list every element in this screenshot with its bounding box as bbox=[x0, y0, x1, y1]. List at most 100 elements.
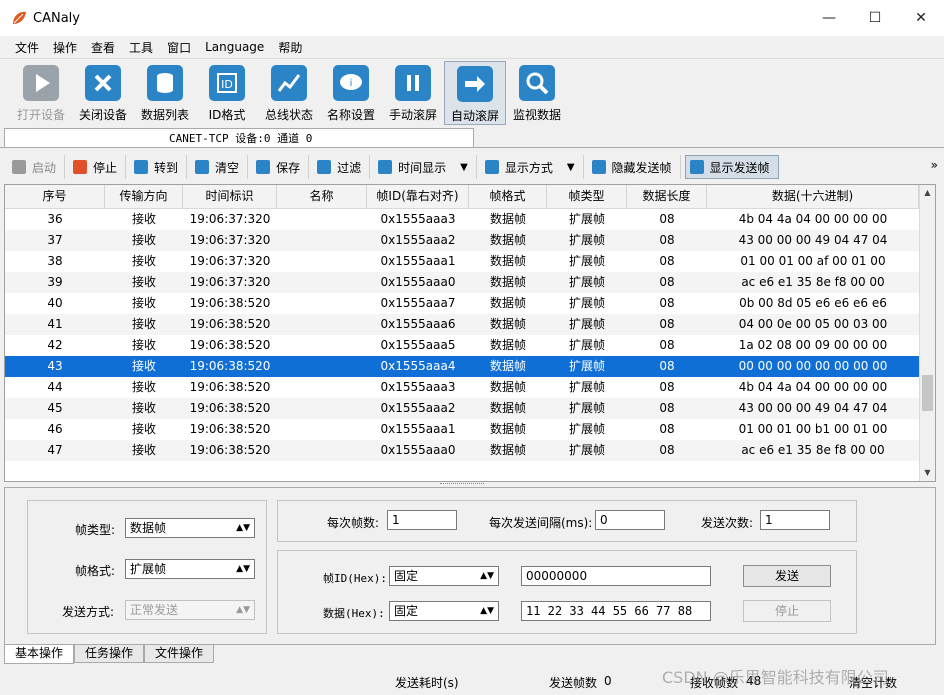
table-cell: 接收 bbox=[131, 317, 156, 331]
bottom-tabs: 基本操作 任务操作 文件操作 bbox=[4, 645, 215, 664]
control-button-7[interactable]: 显示方式 ▼ bbox=[481, 155, 584, 179]
table-cell: 数据帧 bbox=[489, 338, 526, 352]
table-cell: 45 bbox=[47, 401, 63, 415]
control-button-1[interactable]: 停止 bbox=[69, 155, 127, 179]
column-header[interactable]: 名称 bbox=[277, 185, 367, 208]
toolbar-button-5[interactable]: i 名称设置 bbox=[320, 61, 382, 125]
table-cell: 47 bbox=[47, 443, 63, 457]
frame-type-select[interactable]: 数据帧 ▲▼ bbox=[125, 518, 255, 538]
menu-language[interactable]: Language bbox=[198, 40, 271, 54]
tab-file-operation[interactable]: 文件操作 bbox=[144, 645, 215, 663]
column-header[interactable]: 帧格式 bbox=[469, 185, 547, 208]
stop-send-button[interactable]: 停止 bbox=[743, 600, 831, 622]
dropdown-arrow-icon[interactable]: ▼ bbox=[460, 162, 468, 173]
minimize-button[interactable]: — bbox=[806, 0, 852, 36]
table-cell: 08 bbox=[659, 275, 675, 289]
device-channel-tab[interactable]: CANET-TCP 设备:0 通道 0 bbox=[4, 128, 474, 148]
control-button-9[interactable]: 显示发送帧 bbox=[684, 155, 779, 179]
frame-id-input[interactable]: 00000000 bbox=[521, 566, 711, 586]
table-row[interactable]: 40 接收 19:06:38:520 0x1555aaa7 数据帧 扩展帧 08 0b 00 … bbox=[5, 293, 935, 314]
toolbar-button-label: 数据列表 bbox=[140, 108, 189, 122]
tab-task-operation[interactable]: 任务操作 bbox=[74, 645, 145, 663]
table-cell: 0x1555aaa0 bbox=[380, 275, 456, 289]
table-cell: 44 bbox=[47, 380, 63, 394]
menu-tools[interactable]: 工具 bbox=[122, 39, 160, 56]
scroll-thumb[interactable] bbox=[922, 375, 933, 411]
toolbar-button-4[interactable]: 总线状态 bbox=[258, 61, 320, 125]
table-row[interactable]: 38 接收 19:06:37:320 0x1555aaa1 数据帧 扩展帧 08 01 00 … bbox=[5, 251, 935, 272]
table-cell bbox=[277, 230, 367, 251]
scroll-down-icon[interactable]: ▼ bbox=[920, 465, 935, 481]
control-button-8[interactable]: 隐藏发送帧 bbox=[588, 155, 681, 179]
menu-view[interactable]: 查看 bbox=[84, 39, 122, 56]
svg-text:i: i bbox=[350, 78, 353, 89]
table-row[interactable]: 47 接收 19:06:38:520 0x1555aaa0 数据帧 扩展帧 08 ac e6 … bbox=[5, 440, 935, 461]
column-header[interactable]: 数据(十六进制) bbox=[707, 185, 919, 208]
table-row[interactable]: 39 接收 19:06:37:320 0x1555aaa0 数据帧 扩展帧 08 ac e6 … bbox=[5, 272, 935, 293]
table-scrollbar[interactable]: ▲ ▼ bbox=[919, 185, 935, 481]
column-header[interactable]: 序号 bbox=[5, 185, 105, 208]
tab-divider bbox=[0, 147, 944, 148]
time-icon bbox=[378, 160, 393, 174]
control-button-2[interactable]: 转到 bbox=[130, 155, 188, 179]
dropdown-arrow-icon[interactable]: ▼ bbox=[567, 162, 575, 173]
column-header[interactable]: 传输方向 bbox=[105, 185, 183, 208]
table-cell: ac e6 e1 35 8e f8 00 00 bbox=[741, 275, 885, 289]
control-button-label: 启动 bbox=[32, 160, 57, 175]
table-cell: 扩展帧 bbox=[568, 401, 605, 415]
control-button-0[interactable]: 启动 bbox=[8, 155, 66, 179]
table-row[interactable]: 42 接收 19:06:38:520 0x1555aaa5 数据帧 扩展帧 08 1a 02 … bbox=[5, 335, 935, 356]
toolbar-button-1[interactable]: 关闭设备 bbox=[72, 61, 134, 125]
menu-operate[interactable]: 操作 bbox=[46, 39, 84, 56]
send-button[interactable]: 发送 bbox=[743, 565, 831, 587]
table-row[interactable]: 36 接收 19:06:37:320 0x1555aaa3 数据帧 扩展帧 08 4b 04 … bbox=[5, 209, 935, 230]
toolbar-button-7[interactable]: 自动滚屏 bbox=[444, 61, 506, 125]
menu-bar: 文件 操作 查看 工具 窗口 Language 帮助 bbox=[0, 36, 944, 58]
toolbar-button-0[interactable]: 打开设备 bbox=[10, 61, 72, 125]
control-button-5[interactable]: 过滤 bbox=[313, 155, 371, 179]
toolbar-button-2[interactable]: 数据列表 bbox=[134, 61, 196, 125]
control-button-6[interactable]: 时间显示 ▼ bbox=[374, 155, 477, 179]
tab-basic-operation[interactable]: 基本操作 bbox=[4, 645, 75, 664]
toolbar-button-8[interactable]: 监视数据 bbox=[506, 61, 568, 125]
send-mode-select[interactable]: 正常发送 ▲▼ bbox=[125, 600, 255, 620]
close-button[interactable]: ✕ bbox=[898, 0, 944, 36]
send-interval-input[interactable]: 0 bbox=[595, 510, 665, 530]
table-cell: 01 00 01 00 af 00 01 00 bbox=[740, 254, 886, 268]
column-header[interactable]: 时间标识 bbox=[183, 185, 277, 208]
frames-per-send-input[interactable]: 1 bbox=[387, 510, 457, 530]
table-row[interactable]: 44 接收 19:06:38:520 0x1555aaa3 数据帧 扩展帧 08 4b 04 … bbox=[5, 377, 935, 398]
data-input[interactable]: 11 22 33 44 55 66 77 88 bbox=[521, 601, 711, 621]
control-button-label: 过滤 bbox=[337, 160, 362, 175]
toolbar-button-3[interactable]: ID ID格式 bbox=[196, 61, 258, 125]
table-cell: 接收 bbox=[131, 296, 156, 310]
column-header[interactable]: 帧类型 bbox=[547, 185, 627, 208]
column-header[interactable]: 帧ID(靠右对齐) bbox=[367, 185, 469, 208]
frame-id-mode-select[interactable]: 固定 ▲▼ bbox=[389, 566, 499, 586]
send-count-input[interactable]: 1 bbox=[760, 510, 830, 530]
control-button-4[interactable]: 保存 bbox=[252, 155, 310, 179]
menu-help[interactable]: 帮助 bbox=[271, 39, 309, 56]
filter-icon bbox=[317, 160, 332, 174]
database-icon bbox=[147, 65, 183, 101]
menu-window[interactable]: 窗口 bbox=[160, 39, 198, 56]
table-cell: 0x1555aaa7 bbox=[380, 296, 456, 310]
control-button-3[interactable]: 清空 bbox=[191, 155, 249, 179]
table-row[interactable]: 41 接收 19:06:38:520 0x1555aaa6 数据帧 扩展帧 08 04 00 … bbox=[5, 314, 935, 335]
data-mode-select[interactable]: 固定 ▲▼ bbox=[389, 601, 499, 621]
toolbar-button-6[interactable]: 手动滚屏 bbox=[382, 61, 444, 125]
panel-splitter[interactable] bbox=[440, 483, 484, 486]
more-controls-icon[interactable]: » bbox=[931, 158, 938, 172]
column-header[interactable]: 数据长度 bbox=[627, 185, 707, 208]
table-cell: 扩展帧 bbox=[568, 422, 605, 436]
menu-file[interactable]: 文件 bbox=[8, 39, 46, 56]
frame-format-select[interactable]: 扩展帧 ▲▼ bbox=[125, 559, 255, 579]
table-cell: 46 bbox=[47, 422, 63, 436]
table-row[interactable]: 37 接收 19:06:37:320 0x1555aaa2 数据帧 扩展帧 08 43 00 … bbox=[5, 230, 935, 251]
table-row[interactable]: 45 接收 19:06:38:520 0x1555aaa2 数据帧 扩展帧 08 43 00 … bbox=[5, 398, 935, 419]
table-row[interactable]: 43 接收 19:06:38:520 0x1555aaa4 数据帧 扩展帧 08 00 00 … bbox=[5, 356, 935, 377]
scroll-up-icon[interactable]: ▲ bbox=[920, 185, 935, 201]
table-cell: 接收 bbox=[131, 443, 156, 457]
table-row[interactable]: 46 接收 19:06:38:520 0x1555aaa1 数据帧 扩展帧 08 01 00 … bbox=[5, 419, 935, 440]
maximize-button[interactable]: ☐ bbox=[852, 0, 898, 36]
